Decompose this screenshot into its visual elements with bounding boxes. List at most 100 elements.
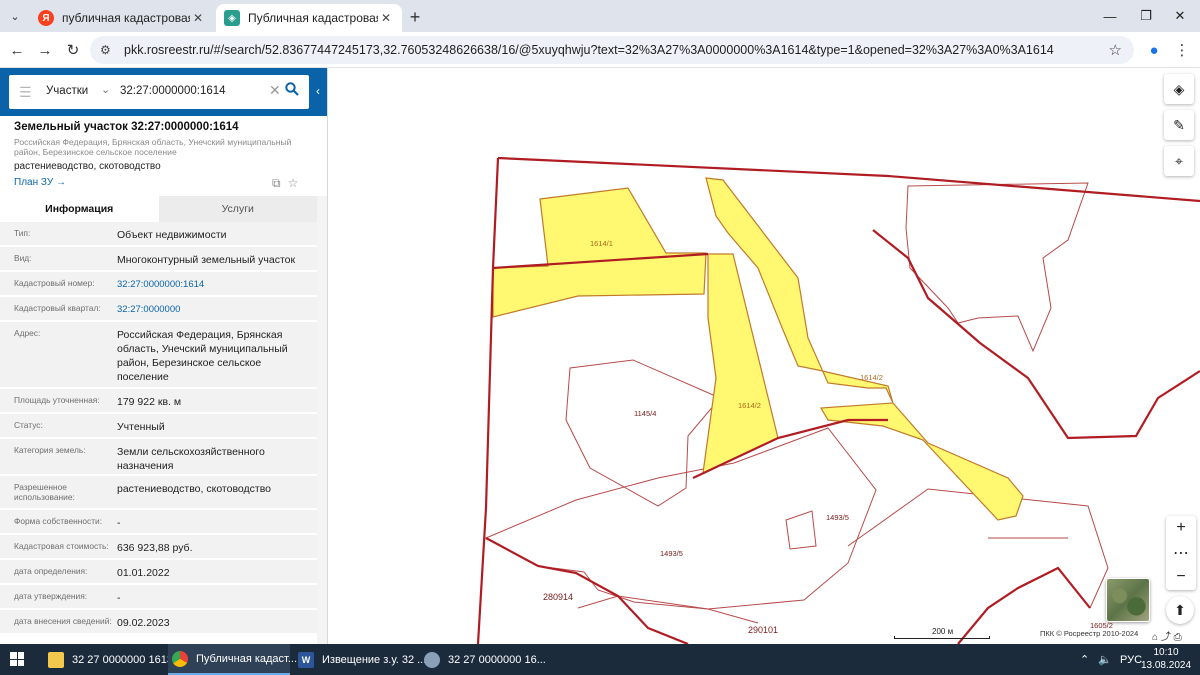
attribute-label: Кадастровый номер:	[14, 278, 95, 288]
close-window-button[interactable]: ✕	[1160, 0, 1200, 32]
attribute-label: Кадастровая стоимость:	[14, 541, 109, 551]
home-icon[interactable]: ⌂	[1152, 632, 1158, 643]
locate-icon[interactable]: ⌖	[1164, 146, 1194, 176]
chevron-down-icon[interactable]: ⌄	[101, 83, 110, 96]
attribute-list: Тип: Объект недвижимости Вид: Многоконтурны…	[0, 222, 317, 635]
attribute-row: Кадастровый номер: 32:27:0000000:1614	[0, 272, 317, 297]
zoom-in-button[interactable]: +	[1166, 516, 1196, 541]
attribute-label: Разрешенное использование:	[14, 482, 75, 502]
satellite-toggle[interactable]	[1106, 578, 1150, 622]
attribute-value: 179 922 кв. м	[117, 396, 182, 408]
forward-button[interactable]: →	[33, 38, 57, 62]
clear-icon[interactable]: ✕	[269, 82, 281, 99]
attribute-value: Многоконтурный земельный участок	[117, 254, 296, 266]
attribute-label: Статус:	[14, 420, 43, 430]
zoom-to-object-icon[interactable]: ⧉	[272, 176, 281, 190]
profile-icon[interactable]: ●	[1142, 38, 1166, 62]
tray-chevron-icon[interactable]: ⌃	[1080, 644, 1089, 675]
attribute-label: дата утверждения:	[14, 591, 88, 601]
attribute-label: Адрес:	[14, 328, 41, 338]
search-bar: ☰ Участки ⌄ 32:27:0000000:1614 ✕ ‹	[0, 68, 327, 116]
share-icon[interactable]: ⤴	[1161, 632, 1171, 643]
taskbar-item-chrome[interactable]: Публичная кадаст...	[168, 644, 297, 675]
folder-icon	[48, 651, 64, 668]
attribute-row: Адрес: Российская Федерация, Брянская обл…	[0, 322, 317, 389]
attribute-row: Категория земель: Земли сельскохозяйствен…	[0, 439, 317, 476]
attribute-value: 636 923,88 руб.	[117, 542, 193, 554]
browser-tab-2[interactable]: ◈ Публичная кадастровая карта ✕	[216, 4, 402, 32]
attribute-label: Тип:	[14, 228, 31, 238]
taskbar-item-word[interactable]: W Извещение з.у. 32 ...	[294, 644, 426, 675]
selected-parcels	[492, 177, 1024, 521]
address-bar[interactable]: ⚙ pkk.rosreestr.ru/#/search/52.836774472…	[90, 36, 1134, 64]
search-type-select[interactable]: Участки	[46, 85, 88, 97]
browser-menu-icon[interactable]: ⋮	[1170, 38, 1194, 62]
attribute-row: Кадастровый квартал: 32:27:0000000	[0, 297, 317, 322]
parcel-outline	[565, 359, 721, 507]
close-tab-icon[interactable]: ✕	[378, 11, 394, 25]
tab-info[interactable]: Информация	[0, 196, 159, 222]
parcel-label: 1493/5	[660, 549, 683, 558]
attribute-value: Объект недвижимости	[117, 229, 227, 241]
attribute-label: Кадастровый квартал:	[14, 303, 101, 313]
attribute-value: Учтенный	[117, 421, 165, 433]
search-box: ☰ Участки ⌄ 32:27:0000000:1614 ✕	[9, 75, 309, 109]
collapse-panel-icon[interactable]: ‹	[316, 84, 320, 98]
system-clock[interactable]: 10:10 13.08.2024	[1140, 646, 1192, 672]
object-title: Земельный участок 32:27:0000000:1614	[14, 121, 239, 133]
attribute-row: дата внесения сведений: 09.02.2023	[0, 610, 317, 635]
search-input[interactable]: 32:27:0000000:1614	[120, 85, 226, 97]
bookmark-star-icon[interactable]: ☆	[1109, 41, 1122, 59]
info-panel: ☰ Участки ⌄ 32:27:0000000:1614 ✕ ‹ Земел…	[0, 68, 328, 644]
attribute-label: Площадь уточненная:	[14, 395, 100, 405]
tab-search-button[interactable]: ⌄	[4, 5, 26, 27]
map-view[interactable]: 1614/1 1614/2 1614/2 1145/4 1493/5 1493/…	[328, 68, 1200, 644]
clock-date: 13.08.2024	[1140, 660, 1192, 671]
back-button[interactable]: ←	[5, 38, 29, 62]
scale-label: 200 м	[932, 627, 954, 636]
attribute-row: Статус: Учтенный	[0, 414, 317, 439]
quarter-label: 280914	[543, 592, 573, 602]
clock-time: 10:10	[1153, 647, 1179, 658]
print-icon[interactable]: ⎙	[1174, 632, 1182, 643]
minimize-button[interactable]: —	[1090, 0, 1130, 32]
search-icon[interactable]	[285, 82, 299, 99]
parcel-label: 1145/4	[634, 409, 656, 418]
zoom-out-button[interactable]: −	[1166, 565, 1196, 590]
attribute-value: -	[117, 517, 121, 529]
reload-button[interactable]: ↻	[61, 38, 85, 62]
attribute-row: Разрешенное использование: растениеводств…	[0, 476, 317, 510]
tab-services[interactable]: Услуги	[158, 196, 317, 222]
plan-link[interactable]: План ЗУ →	[14, 177, 66, 188]
attribute-label: Категория земель:	[14, 445, 86, 455]
rosreestr-icon: ◈	[224, 10, 240, 26]
taskbar-item-image-viewer[interactable]: 32 27 0000000 16...	[420, 644, 546, 675]
info-tabs: Информация Услуги	[0, 196, 317, 222]
site-info-icon[interactable]: ⚙	[100, 43, 118, 57]
zoom-controls: + ⋯ −	[1166, 516, 1196, 590]
attribute-row: дата утверждения: -	[0, 585, 317, 610]
browser-tab-1[interactable]: Я публичная кадастровая карта ✕	[30, 4, 214, 32]
taskbar: 32 27 0000000 1613 Публичная кадаст... W…	[0, 644, 1200, 675]
keyboard-language[interactable]: РУС	[1120, 644, 1142, 675]
quarter-line	[476, 157, 500, 644]
taskbar-item-explorer[interactable]: 32 27 0000000 1613	[44, 644, 173, 675]
object-actions: ⧉ ☆	[272, 176, 305, 191]
ruler-icon[interactable]: ✎	[1164, 110, 1194, 140]
more-icon[interactable]: ⋯	[1166, 541, 1196, 566]
new-tab-button[interactable]: +	[404, 6, 426, 28]
panel-scrollbar[interactable]	[317, 196, 327, 644]
compass-icon[interactable]: ⬆	[1166, 596, 1194, 624]
quarter-label: 290101	[748, 625, 778, 635]
windows-start-icon[interactable]	[10, 652, 24, 666]
favorite-star-icon[interactable]: ☆	[288, 176, 299, 190]
attribute-row: Кадастровая стоимость: 636 923,88 руб.	[0, 535, 317, 560]
yandex-icon: Я	[38, 10, 54, 26]
close-tab-icon[interactable]: ✕	[190, 11, 206, 25]
attribute-value[interactable]: 32:27:0000000:1614	[117, 278, 307, 292]
volume-icon[interactable]: 🔈	[1098, 644, 1112, 675]
menu-icon[interactable]: ☰	[19, 84, 32, 101]
attribute-value[interactable]: 32:27:0000000	[117, 303, 307, 317]
browser-tab-strip: ⌄ Я публичная кадастровая карта ✕ ◈ Публ…	[0, 0, 1200, 32]
layers-icon[interactable]: ◈	[1164, 74, 1194, 104]
